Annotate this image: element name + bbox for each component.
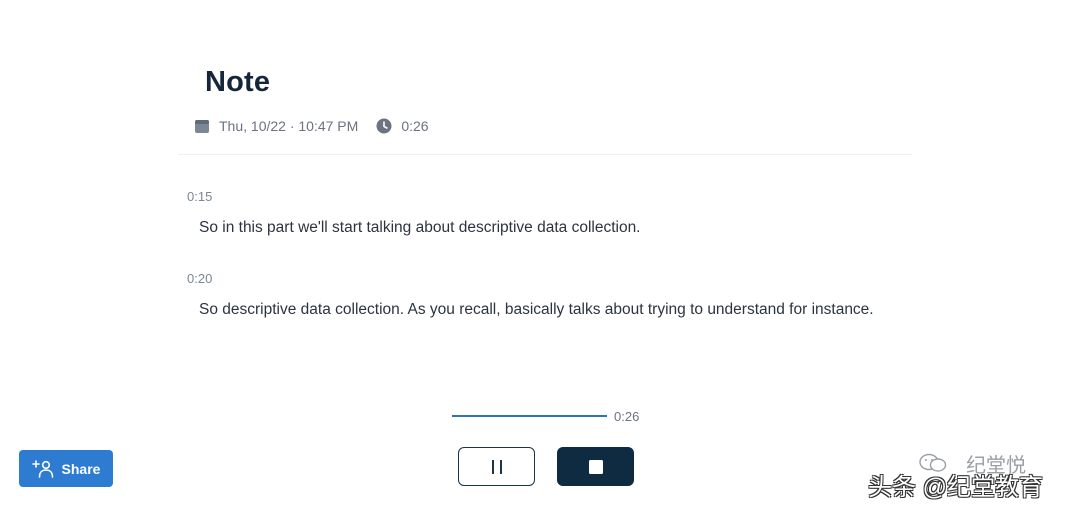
transcript-line: So descriptive data collection. As you r… (199, 301, 874, 318)
share-button[interactable]: Share (19, 450, 113, 487)
note-duration: 0:26 (401, 118, 429, 134)
transcript-timestamp[interactable]: 0:15 (187, 189, 212, 204)
pause-button[interactable] (458, 447, 535, 486)
stop-icon (588, 459, 603, 474)
clock-icon (376, 118, 392, 134)
note-meta: Thu, 10/22 · 10:47 PM 0:26 (194, 116, 429, 136)
calendar-icon (194, 118, 210, 134)
pause-icon (491, 459, 502, 474)
watermark-text: 头条 @纪堂教育 (868, 474, 1044, 501)
playback-time: 0:26 (614, 409, 640, 424)
header-divider (178, 154, 912, 155)
note-date: Thu, 10/22 · 10:47 PM (219, 118, 359, 134)
stop-button[interactable] (557, 447, 634, 486)
transcript-timestamp[interactable]: 0:20 (187, 271, 212, 286)
transcript-line: So in this part we'll start talking abou… (199, 219, 641, 236)
share-label: Share (61, 460, 101, 477)
note-title: Note (205, 66, 271, 98)
playback-progress[interactable] (452, 415, 607, 417)
add-person-icon (31, 459, 54, 478)
playback-progress-fill (452, 415, 607, 417)
